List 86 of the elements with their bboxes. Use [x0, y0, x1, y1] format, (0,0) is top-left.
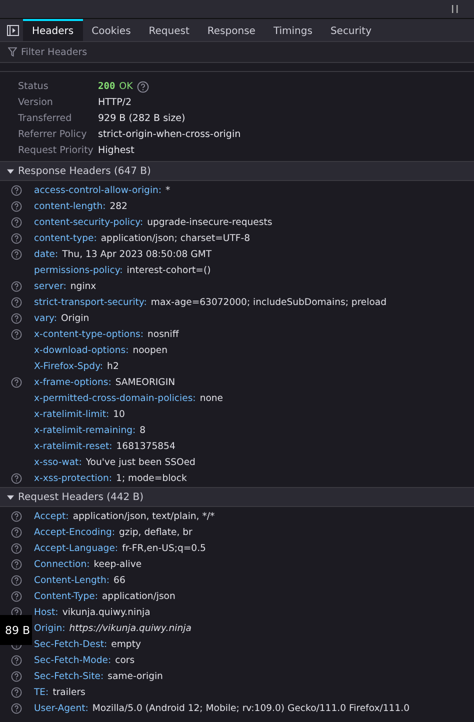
header-value: gzip, deflate, br — [119, 526, 192, 538]
section-header[interactable]: Response Headers (647 B) — [0, 161, 474, 181]
header-name: Origin: — [34, 622, 66, 634]
header-value: fr-FR,en-US;q=0.5 — [122, 542, 206, 554]
header-value: nginx — [70, 280, 96, 292]
summary-value: HTTP/2 — [98, 96, 133, 109]
header-name: x-download-options: — [34, 344, 129, 356]
header-value: keep-alive — [94, 558, 142, 570]
tab[interactable]: Request — [140, 19, 198, 41]
summary-label: Referrer Policy — [18, 128, 88, 141]
header-name: content-type: — [34, 232, 97, 244]
tab[interactable]: Headers — [23, 19, 83, 41]
header-name: x-frame-options: — [34, 376, 112, 388]
header-name: Content-Type: — [34, 590, 98, 602]
header-value: application/json; charset=UTF-8 — [100, 232, 250, 244]
header-value: 1681375854 — [116, 440, 176, 452]
tab[interactable]: Security — [321, 19, 381, 41]
header-value: You've just been SSOed — [86, 456, 196, 468]
header-name: vary: — [34, 312, 57, 324]
header-name: Content-Length: — [34, 574, 110, 586]
header-value: upgrade-insecure-requests — [147, 216, 272, 228]
header-value: application/json — [102, 590, 176, 602]
header-value: nosniff — [147, 328, 179, 340]
section-header[interactable]: Request Headers (442 B) — [0, 487, 474, 507]
header-value: https://vikunja.quiwy.ninja — [69, 622, 192, 634]
header-name: Sec-Fetch-Mode: — [34, 654, 112, 666]
header-value: 282 — [110, 200, 128, 212]
status-text: OK — [119, 81, 133, 92]
header-name: Accept-Encoding: — [34, 526, 116, 538]
summary-value: Highest — [98, 144, 136, 157]
header-value: Thu, 13 Apr 2023 08:50:08 GMT — [62, 248, 212, 260]
header-value: application/json, text/plain, */* — [72, 510, 215, 522]
summary-label: Version — [18, 96, 54, 109]
header-value: trailers — [52, 686, 86, 698]
tab[interactable]: Response — [198, 19, 264, 41]
summary-label: Status — [18, 80, 50, 93]
summary-label: Transferred — [18, 112, 73, 125]
header-value: SAMEORIGIN — [115, 376, 176, 388]
header-name: Host: — [34, 606, 58, 618]
header-name: access-control-allow-origin: — [34, 184, 162, 196]
header-name: Connection: — [34, 558, 90, 570]
section-title[interactable]: Response Headers (647 B) — [18, 166, 151, 176]
header-name: x-xss-protection: — [34, 472, 112, 484]
section-title[interactable]: Request Headers (442 B) — [18, 492, 144, 502]
summary-value: 929 B (282 B size) — [98, 112, 186, 125]
header-name: Sec-Fetch-Site: — [34, 670, 104, 682]
header-value: 1; mode=block — [116, 472, 187, 484]
header-name: content-length: — [34, 200, 106, 212]
header-name: Accept: — [34, 510, 69, 522]
header-name: x-sso-wat: — [34, 456, 82, 468]
header-value: h2 — [107, 360, 119, 372]
header-value: 66 — [114, 574, 126, 586]
header-name: Accept-Language: — [34, 542, 118, 554]
header-value: Origin — [60, 312, 90, 324]
header-name: x-permitted-cross-domain-policies: — [34, 392, 196, 404]
header-value: 10 — [113, 408, 125, 420]
header-name: User-Agent: — [34, 702, 88, 714]
header-name: x-content-type-options: — [34, 328, 144, 340]
header-name: strict-transport-security: — [34, 296, 147, 308]
header-value: * — [166, 184, 170, 196]
header-name: permissions-policy: — [34, 264, 123, 276]
header-value: same-origin — [108, 670, 163, 682]
header-name: server: — [34, 280, 66, 292]
header-name: x-ratelimit-remaining: — [34, 424, 136, 436]
header-value: interest-cohort=() — [126, 264, 211, 276]
tab[interactable]: Cookies — [82, 19, 140, 41]
header-value: none — [200, 392, 224, 404]
tooltip: 89 B — [0, 615, 32, 645]
header-value: Mozilla/5.0 (Android 12; Mobile; rv:109.0) Gecko/111.0 Firefox/111.0 — [92, 702, 410, 714]
header-value: max-age=63072000; includeSubDomains; preload — [150, 296, 387, 308]
header-name: Sec-Fetch-Dest: — [34, 638, 108, 650]
header-name: x-ratelimit-reset: — [34, 440, 112, 452]
tab[interactable]: Timings — [264, 19, 322, 41]
header-value: vikunja.quiwy.ninja — [62, 606, 150, 618]
header-name: TE: — [34, 686, 49, 698]
header-name: date: — [34, 248, 58, 260]
header-value: 8 — [140, 424, 146, 436]
header-value: empty — [111, 638, 141, 650]
header-name: content-security-policy: — [34, 216, 144, 228]
header-name: X-Firefox-Spdy: — [34, 360, 104, 372]
summary-value: strict-origin-when-cross-origin — [98, 128, 242, 141]
header-value: noopen — [132, 344, 168, 356]
header-name: x-ratelimit-limit: — [34, 408, 110, 420]
status-code: 200 — [98, 81, 116, 92]
header-value: cors — [115, 654, 135, 666]
summary-label: Request Priority — [18, 144, 94, 157]
